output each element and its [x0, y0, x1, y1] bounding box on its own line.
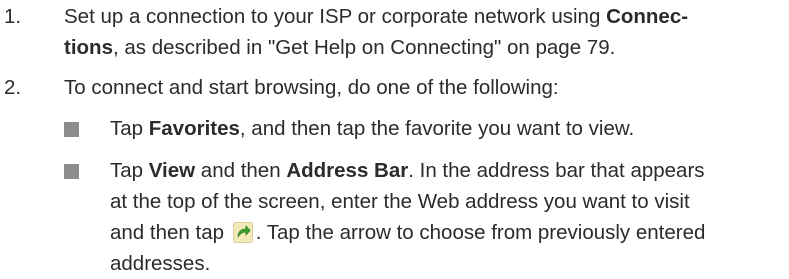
step-1-line-1: Set up a connection to your ISP or corpo… — [64, 5, 689, 28]
step-1: 1. Set up a connection to your ISP or co… — [0, 1, 789, 63]
connections-term: Connec- — [606, 5, 689, 28]
connections-term-cont: tions — [64, 36, 113, 59]
step-1-text: Set up a connection to your ISP or corpo… — [64, 1, 775, 63]
bullet-square-icon — [64, 122, 79, 137]
favorites-term: Favorites — [148, 117, 240, 140]
step-1-line-2: tions, as described in "Get Help on Conn… — [64, 36, 616, 59]
bullet-2-line-4: addresses. — [110, 252, 211, 275]
bullet-2-line-1: Tap View and then Address Bar. In the ad… — [110, 159, 705, 182]
bullet-2-line-2: at the top of the screen, enter the Web … — [110, 190, 690, 213]
step-2-number: 2. — [4, 76, 22, 99]
go-arrow-icon — [232, 221, 253, 243]
step-1-number: 1. — [4, 5, 22, 28]
address-bar-term: Address Bar — [286, 159, 409, 182]
view-term: View — [148, 159, 196, 182]
step-2-text: To connect and start browsing, do one of… — [64, 76, 559, 99]
bullet-address-bar: Tap View and then Address Bar. In the ad… — [64, 155, 789, 275]
bullet-address-bar-text: Tap View and then Address Bar. In the ad… — [110, 155, 775, 279]
step-2: 2. To connect and start browsing, do one… — [0, 72, 789, 103]
bullet-favorites: Tap Favorites, and then tap the favorite… — [64, 113, 789, 144]
bullet-favorites-text: Tap Favorites, and then tap the favorite… — [110, 117, 635, 140]
bullet-2-line-3: and then tap . Tap the arrow to choose f… — [110, 221, 706, 244]
bullet-square-icon — [64, 164, 79, 179]
